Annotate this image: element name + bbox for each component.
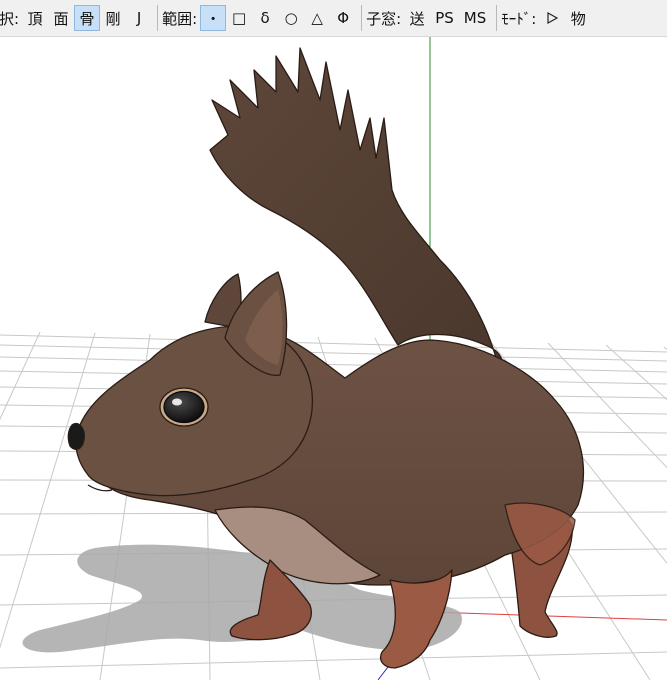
squirrel-nose [67,422,85,451]
child-window-label: 子窓: [366,9,402,28]
range-point-button[interactable]: ・ [200,5,227,31]
ms-button[interactable]: MS [459,5,491,31]
main-toolbar: 択: 頂 面 骨 剛 J 範囲: ・ □ δ ○ △ Φ 子窓: 送 PS MS… [0,0,667,37]
range-delta-button[interactable]: δ [252,5,278,31]
mode-label: ﾓｰﾄﾞ: [501,9,537,28]
select-mode-label: 択: [0,9,20,28]
select-bone-button[interactable]: 骨 [74,5,101,31]
toolbar-separator [157,5,159,31]
toolbar-separator [361,5,363,31]
squirrel-eye-highlight [172,398,182,406]
select-joint-button[interactable]: J [126,5,152,31]
select-face-button[interactable]: 面 [48,5,74,31]
range-phi-button[interactable]: Φ [330,5,356,31]
range-label: 範囲: [162,9,198,28]
pmx-editor-window: 択: 頂 面 骨 剛 J 範囲: ・ □ δ ○ △ Φ 子窓: 送 PS MS… [0,0,667,680]
3d-viewport[interactable] [0,37,667,680]
squirrel-eye [163,390,205,424]
play-triangle-icon [547,12,559,24]
send-button[interactable]: 送 [404,5,430,31]
select-rigidbody-button[interactable]: 剛 [100,5,126,31]
toolbar-separator [496,5,498,31]
viewport-canvas [0,37,667,680]
ps-button[interactable]: PS [430,5,459,31]
range-triangle-button[interactable]: △ [304,5,330,31]
physics-button[interactable]: 物 [565,5,591,31]
range-circle-button[interactable]: ○ [278,5,304,31]
play-button[interactable] [539,5,565,31]
select-vertex-button[interactable]: 頂 [22,5,48,31]
range-rectangle-button[interactable]: □ [226,5,252,31]
